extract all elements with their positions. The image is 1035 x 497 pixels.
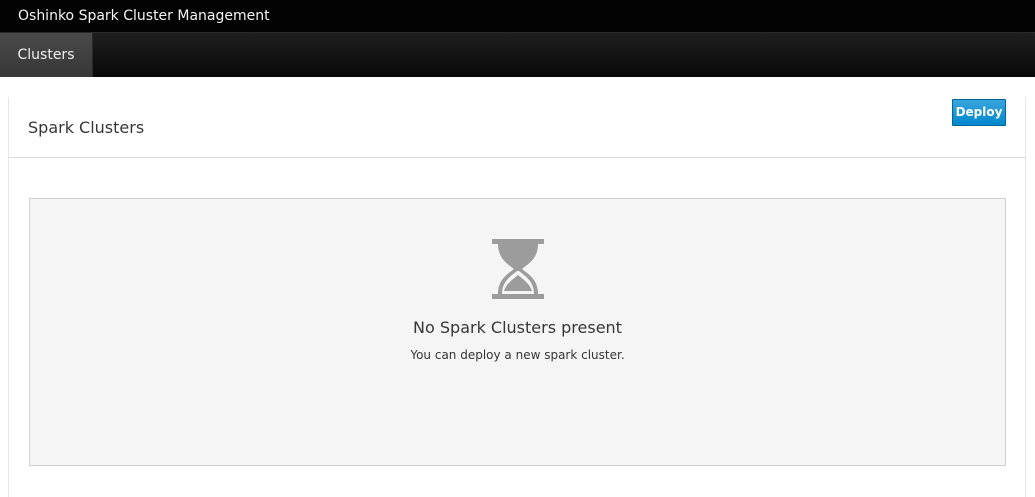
deploy-button[interactable]: Deploy	[952, 99, 1006, 126]
main-panel: Spark Clusters Deploy No Spark Clusters …	[8, 97, 1026, 497]
panel-header: Spark Clusters Deploy	[9, 97, 1025, 158]
primary-nav: Clusters	[0, 33, 1035, 77]
page-title: Spark Clusters	[28, 118, 145, 137]
hourglass-icon	[492, 239, 544, 299]
tab-clusters[interactable]: Clusters	[0, 33, 93, 77]
app-title: Oshinko Spark Cluster Management	[18, 8, 270, 24]
empty-state-title: No Spark Clusters present	[413, 318, 622, 337]
empty-state-text: You can deploy a new spark cluster.	[410, 348, 625, 362]
app-header: Oshinko Spark Cluster Management	[0, 0, 1035, 33]
empty-state: No Spark Clusters present You can deploy…	[29, 198, 1006, 466]
